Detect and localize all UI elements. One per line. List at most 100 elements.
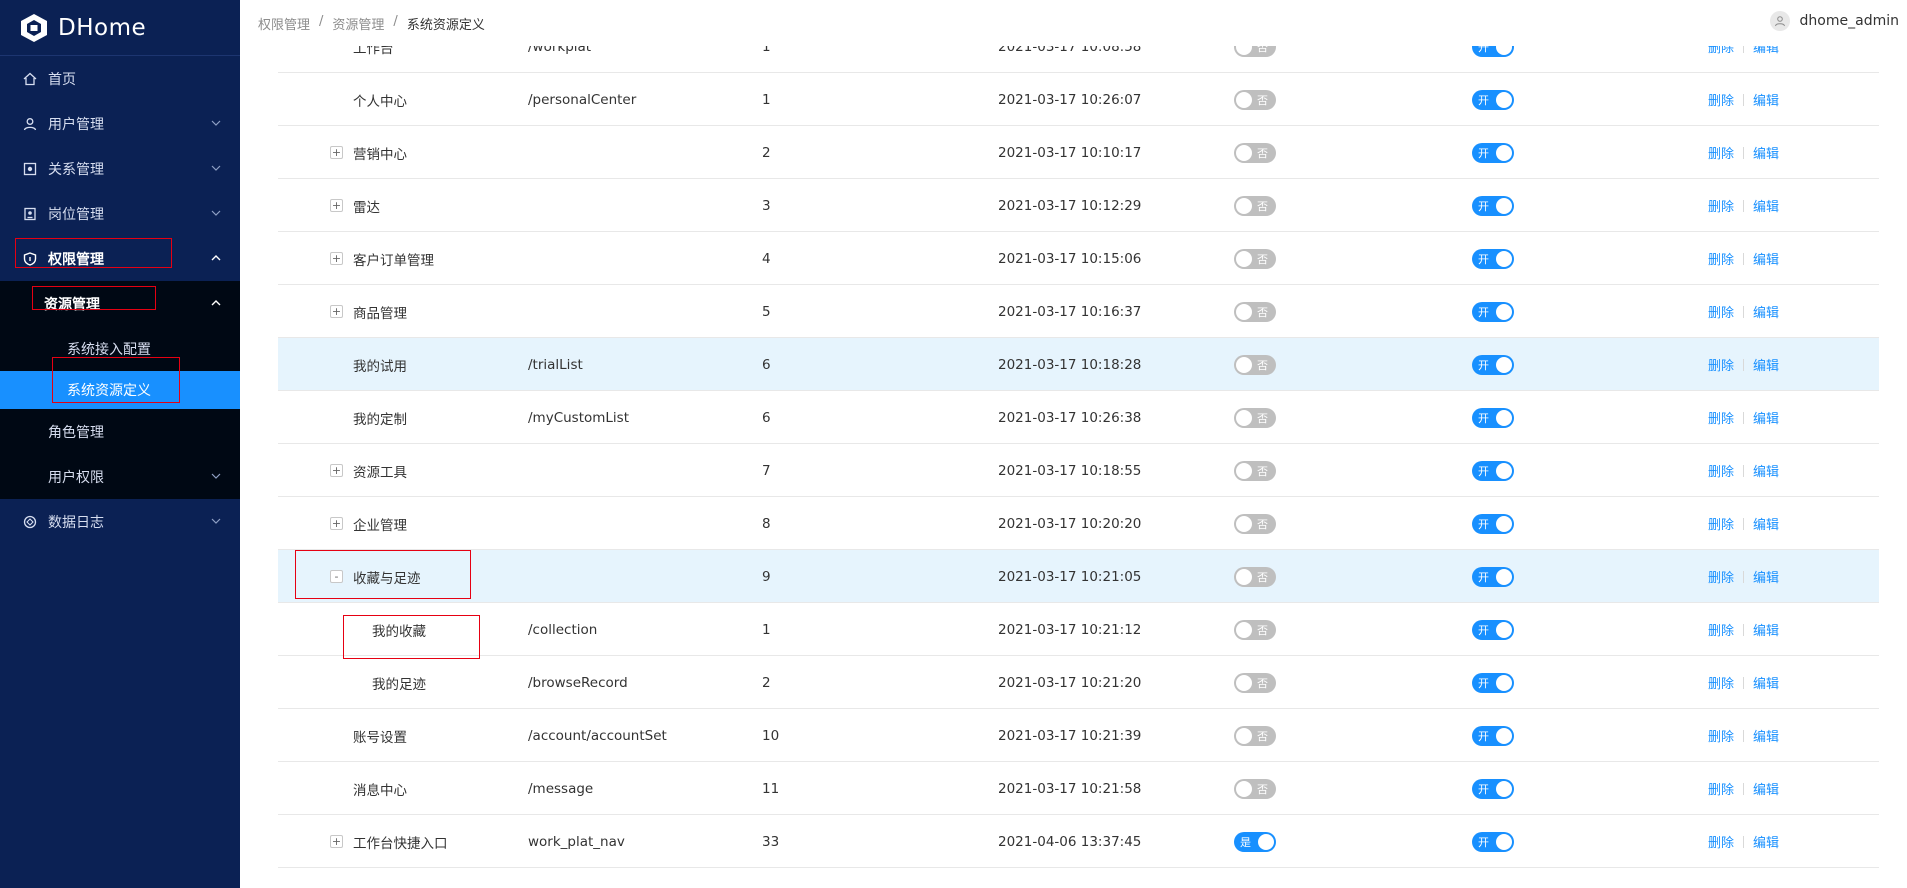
- collapse-icon[interactable]: -: [330, 570, 343, 583]
- toggle-switch-2[interactable]: 开: [1472, 460, 1514, 481]
- toggle-switch-1[interactable]: 否: [1234, 89, 1276, 110]
- sidebar-item-role-management[interactable]: 角色管理: [0, 409, 240, 454]
- delete-link[interactable]: 删除: [1708, 726, 1734, 745]
- delete-link[interactable]: 删除: [1708, 514, 1734, 533]
- breadcrumb-item[interactable]: 资源管理: [332, 14, 384, 33]
- expand-icon[interactable]: +: [330, 464, 343, 477]
- toggle-switch-2[interactable]: 开: [1472, 354, 1514, 375]
- edit-link[interactable]: 编辑: [1753, 832, 1779, 851]
- toggle-switch-2[interactable]: 开: [1472, 778, 1514, 799]
- sidebar-item-user-management[interactable]: 用户管理: [0, 101, 240, 146]
- toggle-switch-2[interactable]: 开: [1472, 672, 1514, 693]
- toggle-switch-1[interactable]: 否: [1234, 354, 1276, 375]
- table-row[interactable]: - 收藏与足迹 9 2021-03-17 10:21:05 否 开 删除 编辑: [278, 550, 1879, 603]
- sidebar-item-data-log[interactable]: 数据日志: [0, 499, 240, 544]
- toggle-switch-2[interactable]: 开: [1472, 142, 1514, 163]
- table-row[interactable]: 我的试用/trialList 6 2021-03-17 10:18:28 否 开 删除 编辑: [278, 338, 1879, 391]
- expand-icon[interactable]: +: [330, 199, 343, 212]
- toggle-switch-2[interactable]: 开: [1472, 566, 1514, 587]
- edit-link[interactable]: 编辑: [1753, 408, 1779, 427]
- table-row[interactable]: + 客户订单管理 4 2021-03-17 10:15:06 否 开 删除 编辑: [278, 232, 1879, 285]
- toggle-switch-2[interactable]: 开: [1472, 619, 1514, 640]
- edit-link[interactable]: 编辑: [1753, 514, 1779, 533]
- expand-icon[interactable]: +: [330, 517, 343, 530]
- expand-icon[interactable]: +: [330, 252, 343, 265]
- toggle-switch-1[interactable]: 否: [1234, 778, 1276, 799]
- edit-link[interactable]: 编辑: [1753, 567, 1779, 586]
- toggle-switch-2[interactable]: 开: [1472, 46, 1514, 57]
- toggle-switch-1[interactable]: 否: [1234, 142, 1276, 163]
- toggle-switch-2[interactable]: 开: [1472, 513, 1514, 534]
- table-row[interactable]: 我的足迹/browseRecord 2 2021-03-17 10:21:20 否 开 删…: [278, 656, 1879, 709]
- toggle-switch-1[interactable]: 否: [1234, 407, 1276, 428]
- delete-link[interactable]: 删除: [1708, 302, 1734, 321]
- toggle-switch-1[interactable]: 否: [1234, 566, 1276, 587]
- toggle-switch-2[interactable]: 开: [1472, 195, 1514, 216]
- expand-icon[interactable]: +: [330, 835, 343, 848]
- user-menu[interactable]: dhome_admin: [1769, 11, 1899, 31]
- sidebar-item-post-management[interactable]: 岗位管理: [0, 191, 240, 236]
- breadcrumb-item[interactable]: 权限管理: [258, 14, 310, 33]
- edit-link[interactable]: 编辑: [1753, 302, 1779, 321]
- delete-link[interactable]: 删除: [1708, 143, 1734, 162]
- expand-icon[interactable]: +: [330, 305, 343, 318]
- edit-link[interactable]: 编辑: [1753, 355, 1779, 374]
- edit-link[interactable]: 编辑: [1753, 249, 1779, 268]
- delete-link[interactable]: 删除: [1708, 46, 1734, 56]
- edit-link[interactable]: 编辑: [1753, 779, 1779, 798]
- table-row[interactable]: 账号设置/account/accountSet 10 2021-03-17 10:2…: [278, 709, 1879, 762]
- delete-link[interactable]: 删除: [1708, 408, 1734, 427]
- edit-link[interactable]: 编辑: [1753, 143, 1779, 162]
- delete-link[interactable]: 删除: [1708, 673, 1734, 692]
- delete-link[interactable]: 删除: [1708, 461, 1734, 480]
- toggle-switch-1[interactable]: 否: [1234, 672, 1276, 693]
- toggle-switch-1[interactable]: 是: [1234, 831, 1276, 852]
- edit-link[interactable]: 编辑: [1753, 90, 1779, 109]
- table-row[interactable]: + 企业管理 8 2021-03-17 10:20:20 否 开 删除 编辑: [278, 497, 1879, 550]
- delete-link[interactable]: 删除: [1708, 249, 1734, 268]
- toggle-switch-2[interactable]: 开: [1472, 301, 1514, 322]
- sidebar-item-resource-management[interactable]: 资源管理: [0, 281, 240, 326]
- table-row[interactable]: + 雷达 3 2021-03-17 10:12:29 否 开 删除 编辑: [278, 179, 1879, 232]
- table-row[interactable]: 工作台/workplat 1 2021-03-17 10:08:58 否 开 删除 编辑: [278, 46, 1879, 73]
- toggle-switch-2[interactable]: 开: [1472, 89, 1514, 110]
- table-row[interactable]: + 资源工具 7 2021-03-17 10:18:55 否 开 删除 编辑: [278, 444, 1879, 497]
- sidebar-item-system-resource-definition[interactable]: 系统资源定义: [0, 371, 240, 409]
- sidebar-item-relation-management[interactable]: 关系管理: [0, 146, 240, 191]
- toggle-switch-1[interactable]: 否: [1234, 619, 1276, 640]
- toggle-switch-1[interactable]: 否: [1234, 195, 1276, 216]
- delete-link[interactable]: 删除: [1708, 779, 1734, 798]
- sidebar-item-system-access-config[interactable]: 系统接入配置: [0, 326, 240, 371]
- edit-link[interactable]: 编辑: [1753, 196, 1779, 215]
- edit-link[interactable]: 编辑: [1753, 46, 1779, 56]
- edit-link[interactable]: 编辑: [1753, 461, 1779, 480]
- edit-link[interactable]: 编辑: [1753, 726, 1779, 745]
- edit-link[interactable]: 编辑: [1753, 673, 1779, 692]
- toggle-switch-1[interactable]: 否: [1234, 513, 1276, 534]
- expand-icon[interactable]: +: [330, 146, 343, 159]
- delete-link[interactable]: 删除: [1708, 90, 1734, 109]
- toggle-switch-2[interactable]: 开: [1472, 407, 1514, 428]
- delete-link[interactable]: 删除: [1708, 355, 1734, 374]
- toggle-switch-2[interactable]: 开: [1472, 831, 1514, 852]
- toggle-switch-1[interactable]: 否: [1234, 46, 1276, 57]
- toggle-switch-2[interactable]: 开: [1472, 725, 1514, 746]
- edit-link[interactable]: 编辑: [1753, 620, 1779, 639]
- table-row[interactable]: + 营销中心 2 2021-03-17 10:10:17 否 开 删除 编辑: [278, 126, 1879, 179]
- table-row[interactable]: + 商品管理 5 2021-03-17 10:16:37 否 开 删除 编辑: [278, 285, 1879, 338]
- table-row[interactable]: 个人中心/personalCenter 1 2021-03-17 10:26:07 否…: [278, 73, 1879, 126]
- table-row[interactable]: + 工作台快捷入口 work_plat_nav 33 2021-04-06 13:37:…: [278, 815, 1879, 868]
- sidebar-item-user-permission[interactable]: 用户权限: [0, 454, 240, 499]
- table-row[interactable]: 我的收藏/collection 1 2021-03-17 10:21:12 否 开 删除编…: [278, 603, 1879, 656]
- toggle-switch-1[interactable]: 否: [1234, 248, 1276, 269]
- delete-link[interactable]: 删除: [1708, 832, 1734, 851]
- sidebar-item-home[interactable]: 首页: [0, 56, 240, 101]
- table-row[interactable]: 消息中心/message 11 2021-03-17 10:21:58 否 开 删除 编辑: [278, 762, 1879, 815]
- table-row[interactable]: 我的定制/myCustomList 6 2021-03-17 10:26:38 否 开 删…: [278, 391, 1879, 444]
- toggle-switch-1[interactable]: 否: [1234, 725, 1276, 746]
- delete-link[interactable]: 删除: [1708, 196, 1734, 215]
- toggle-switch-1[interactable]: 否: [1234, 460, 1276, 481]
- toggle-switch-1[interactable]: 否: [1234, 301, 1276, 322]
- toggle-switch-2[interactable]: 开: [1472, 248, 1514, 269]
- sidebar-item-permission-management[interactable]: 权限管理: [0, 236, 240, 281]
